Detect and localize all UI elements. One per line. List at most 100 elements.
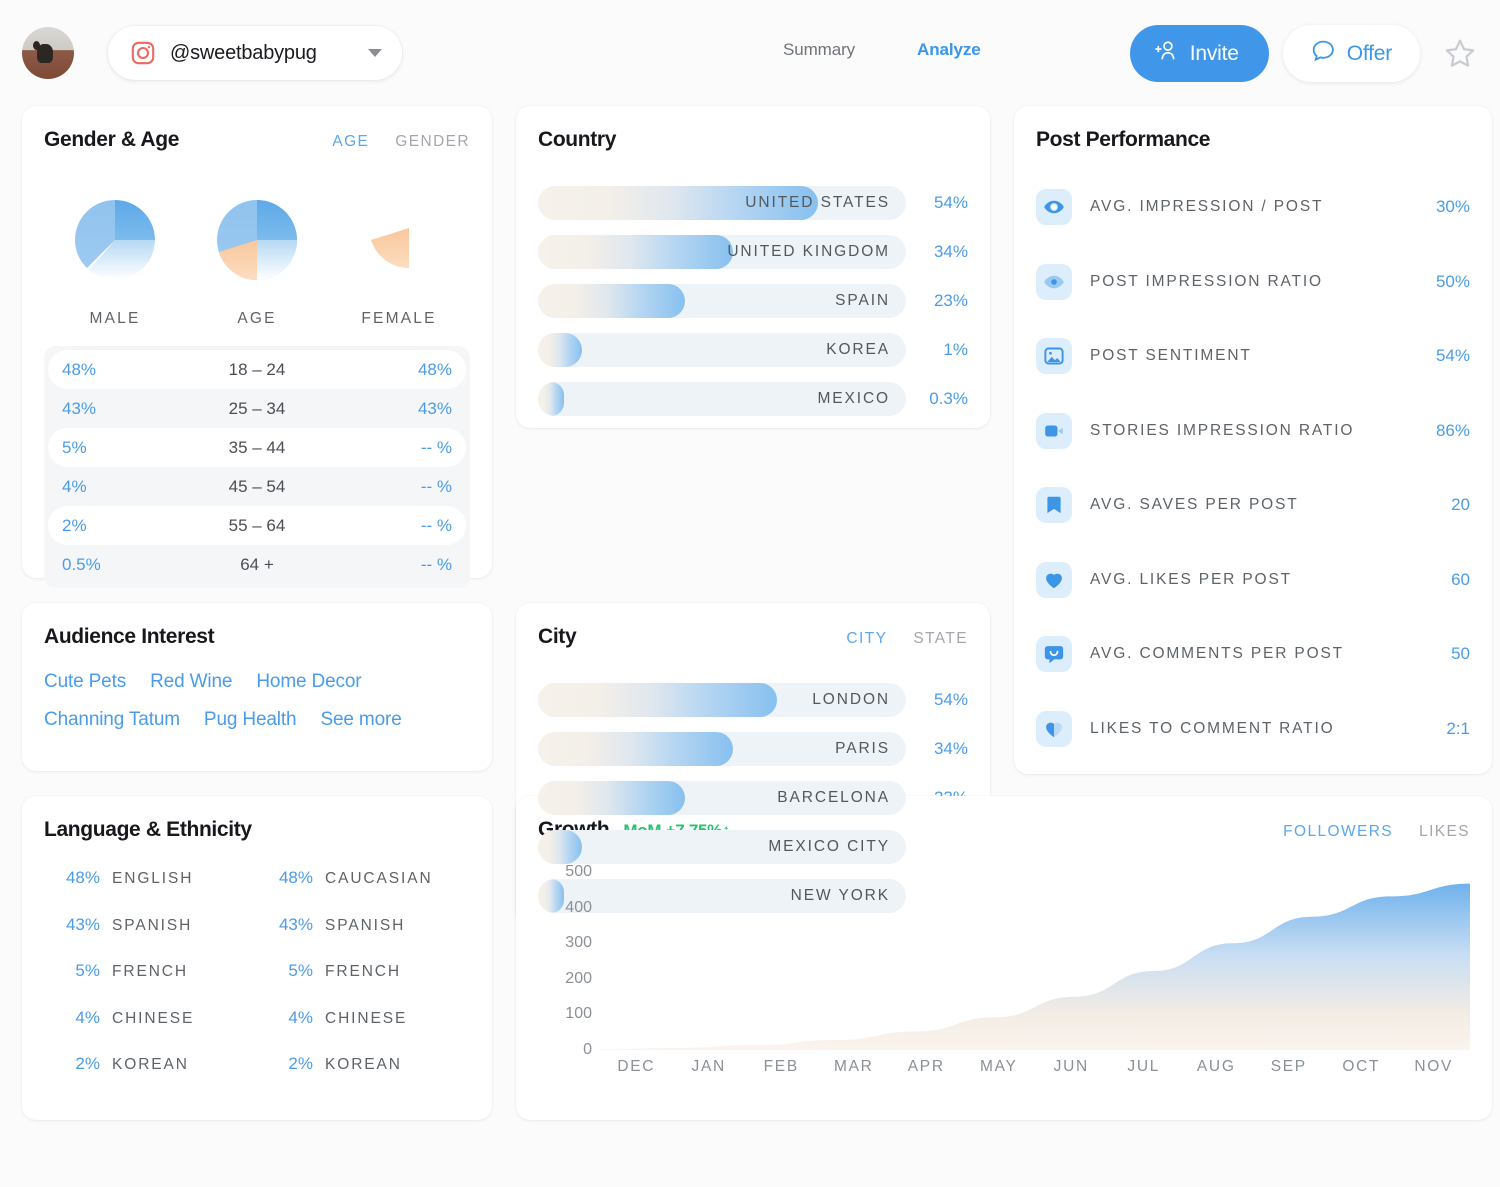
list-item: AVG. LIKES PER POST 60 (1036, 543, 1470, 618)
language-pct: 4% (44, 1008, 100, 1028)
list-item: SPAIN 23% (538, 276, 968, 325)
list-item: PARIS 34% (538, 724, 968, 773)
country-name: UNITED KINGDOM (727, 243, 906, 261)
language-name: FRENCH (112, 963, 188, 981)
list-item: 4% CHINESE (44, 1008, 257, 1055)
tab-summary[interactable]: Summary (783, 40, 855, 60)
toggle-gender[interactable]: GENDER (395, 133, 470, 151)
toggle-state[interactable]: STATE (913, 630, 968, 648)
female-pct: -- % (362, 555, 452, 575)
page-title-audience-interest: Audience Interest (44, 625, 470, 649)
toggle-city[interactable]: CITY (846, 630, 887, 648)
growth-chart: 5004003002001000 (538, 858, 1470, 1098)
list-item: AVG. IMPRESSION / POST 30% (1036, 170, 1470, 245)
list-item: MEXICO 0.3% (538, 374, 968, 423)
x-axis-tick: AUG (1180, 1058, 1253, 1076)
list-item: LIKES TO COMMENT RATIO 2:1 (1036, 692, 1470, 767)
male-pct: 0.5% (62, 555, 152, 575)
pie-age (186, 174, 328, 294)
tab-analyze[interactable]: Analyze (917, 40, 981, 60)
comment-icon (1036, 636, 1072, 672)
offer-label: Offer (1347, 42, 1392, 66)
chevron-down-icon[interactable] (368, 49, 382, 57)
list-item: 48% CAUCASIAN (257, 868, 470, 915)
metric-name: AVG. LIKES PER POST (1090, 571, 1292, 589)
city-name: NEW YORK (791, 887, 906, 905)
post-performance-list: AVG. IMPRESSION / POST 30% POST IMPRESSI… (1036, 170, 1470, 766)
y-axis-tick: 400 (565, 899, 592, 917)
analytics-dashboard: @sweetbabypug Summary Analyze Invite (0, 0, 1500, 1187)
ethnicity-name: CAUCASIAN (325, 870, 433, 888)
interest-tag[interactable]: Pug Health (204, 709, 297, 731)
ethnicity-column: 48% CAUCASIAN 43% SPANISH 5% FRENCH 4% C… (257, 868, 470, 1101)
city-pct: 34% (906, 739, 968, 759)
image-icon (1036, 338, 1072, 374)
female-pct: -- % (362, 516, 452, 536)
metric-name: AVG. COMMENTS PER POST (1090, 645, 1344, 663)
x-axis-tick: JAN (673, 1058, 746, 1076)
age-range: 64 + (152, 555, 362, 575)
see-more-link[interactable]: See more (320, 709, 401, 731)
ethnicity-pct: 5% (257, 961, 313, 981)
age-range: 18 – 24 (152, 360, 362, 380)
metric-name: LIKES TO COMMENT RATIO (1090, 720, 1335, 738)
card-audience-interest: Audience Interest Cute Pets Red Wine Hom… (22, 603, 492, 771)
metric-value: 54% (1436, 346, 1470, 366)
favorite-button[interactable] (1434, 32, 1478, 75)
metric-value: 50 (1451, 644, 1470, 664)
add-user-icon (1154, 39, 1179, 68)
female-pct: 43% (362, 399, 452, 419)
interest-tag[interactable]: Channing Tatum (44, 709, 180, 731)
bar-track: KOREA (538, 333, 906, 367)
metric-name: AVG. SAVES PER POST (1090, 496, 1299, 514)
main-nav: Summary Analyze (783, 40, 981, 60)
list-item: UNITED KINGDOM 34% (538, 227, 968, 276)
list-item: AVG. SAVES PER POST 20 (1036, 468, 1470, 543)
city-name: MEXICO CITY (768, 838, 906, 856)
invite-button[interactable]: Invite (1130, 25, 1269, 82)
card-country: Country UNITED STATES 54% UNITED KINGDOM… (516, 106, 990, 428)
male-pct: 48% (62, 360, 152, 380)
interest-tag[interactable]: Home Decor (256, 671, 361, 693)
bar-track: LONDON (538, 683, 906, 717)
star-outline-icon (1442, 60, 1478, 75)
country-name: KOREA (826, 341, 906, 359)
metric-value: 60 (1451, 570, 1470, 590)
bookmark-icon (1036, 487, 1072, 523)
chat-bubble-icon (1311, 39, 1336, 69)
country-pct: 54% (906, 193, 968, 213)
language-pct: 43% (44, 915, 100, 935)
page-title-post-performance: Post Performance (1036, 128, 1470, 152)
toggle-likes[interactable]: LIKES (1419, 823, 1470, 841)
toggle-followers[interactable]: FOLLOWERS (1283, 823, 1393, 841)
city-name: PARIS (835, 740, 906, 758)
gender-pie-charts (44, 174, 470, 294)
bar-fill (538, 683, 777, 717)
table-row: 0.5% 64 + -- % (48, 545, 466, 584)
ethnicity-pct: 2% (257, 1054, 313, 1074)
city-name: BARCELONA (777, 789, 906, 807)
interest-tag[interactable]: Cute Pets (44, 671, 126, 693)
heart-icon (1036, 562, 1072, 598)
growth-toggle: FOLLOWERS LIKES (1283, 823, 1470, 841)
ethnicity-name: SPANISH (325, 917, 405, 935)
list-item: 4% CHINESE (257, 1008, 470, 1055)
interest-tag[interactable]: Red Wine (150, 671, 232, 693)
male-pct: 43% (62, 399, 152, 419)
pie-label-age: AGE (186, 310, 328, 328)
pie-female (328, 174, 470, 294)
card-language-ethnicity: Language & Ethnicity 48% ENGLISH 43% SPA… (22, 796, 492, 1120)
list-item: 2% KOREAN (44, 1054, 257, 1101)
offer-button[interactable]: Offer (1283, 25, 1420, 82)
metric-name: STORIES IMPRESSION RATIO (1090, 422, 1354, 440)
toggle-age[interactable]: AGE (332, 133, 369, 151)
video-camera-icon (1036, 413, 1072, 449)
x-axis-tick: NOV (1398, 1058, 1471, 1076)
x-axis-tick: MAY (963, 1058, 1036, 1076)
bar-fill (538, 333, 582, 367)
metric-value: 20 (1451, 495, 1470, 515)
ethnicity-pct: 48% (257, 868, 313, 888)
account-selector[interactable]: @sweetbabypug (108, 26, 402, 80)
bar-track: SPAIN (538, 284, 906, 318)
y-axis-tick: 0 (583, 1041, 592, 1059)
